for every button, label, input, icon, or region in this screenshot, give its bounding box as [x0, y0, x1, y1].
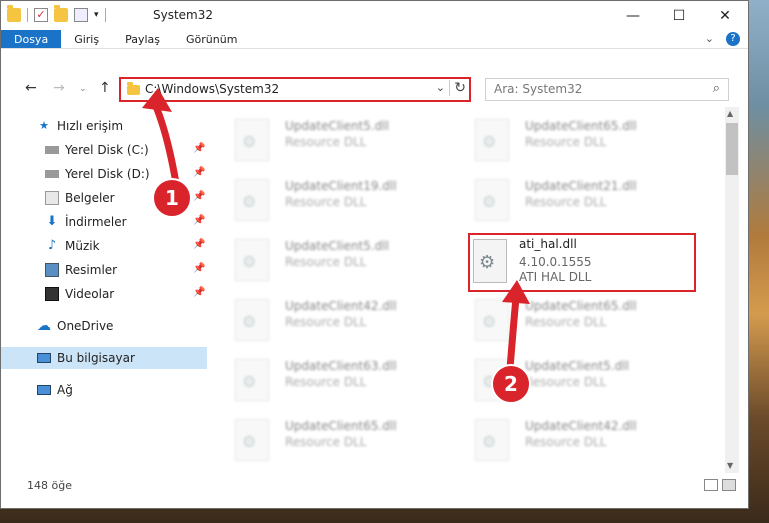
arrow-to-file [506, 294, 520, 372]
arrowhead-1 [142, 88, 172, 112]
step-badge-1: 1 [152, 178, 192, 218]
step-badge-2: 2 [491, 364, 531, 404]
arrowhead-2 [502, 280, 530, 304]
arrow-to-address-bar [151, 100, 180, 187]
annotation-arrows [142, 88, 530, 372]
